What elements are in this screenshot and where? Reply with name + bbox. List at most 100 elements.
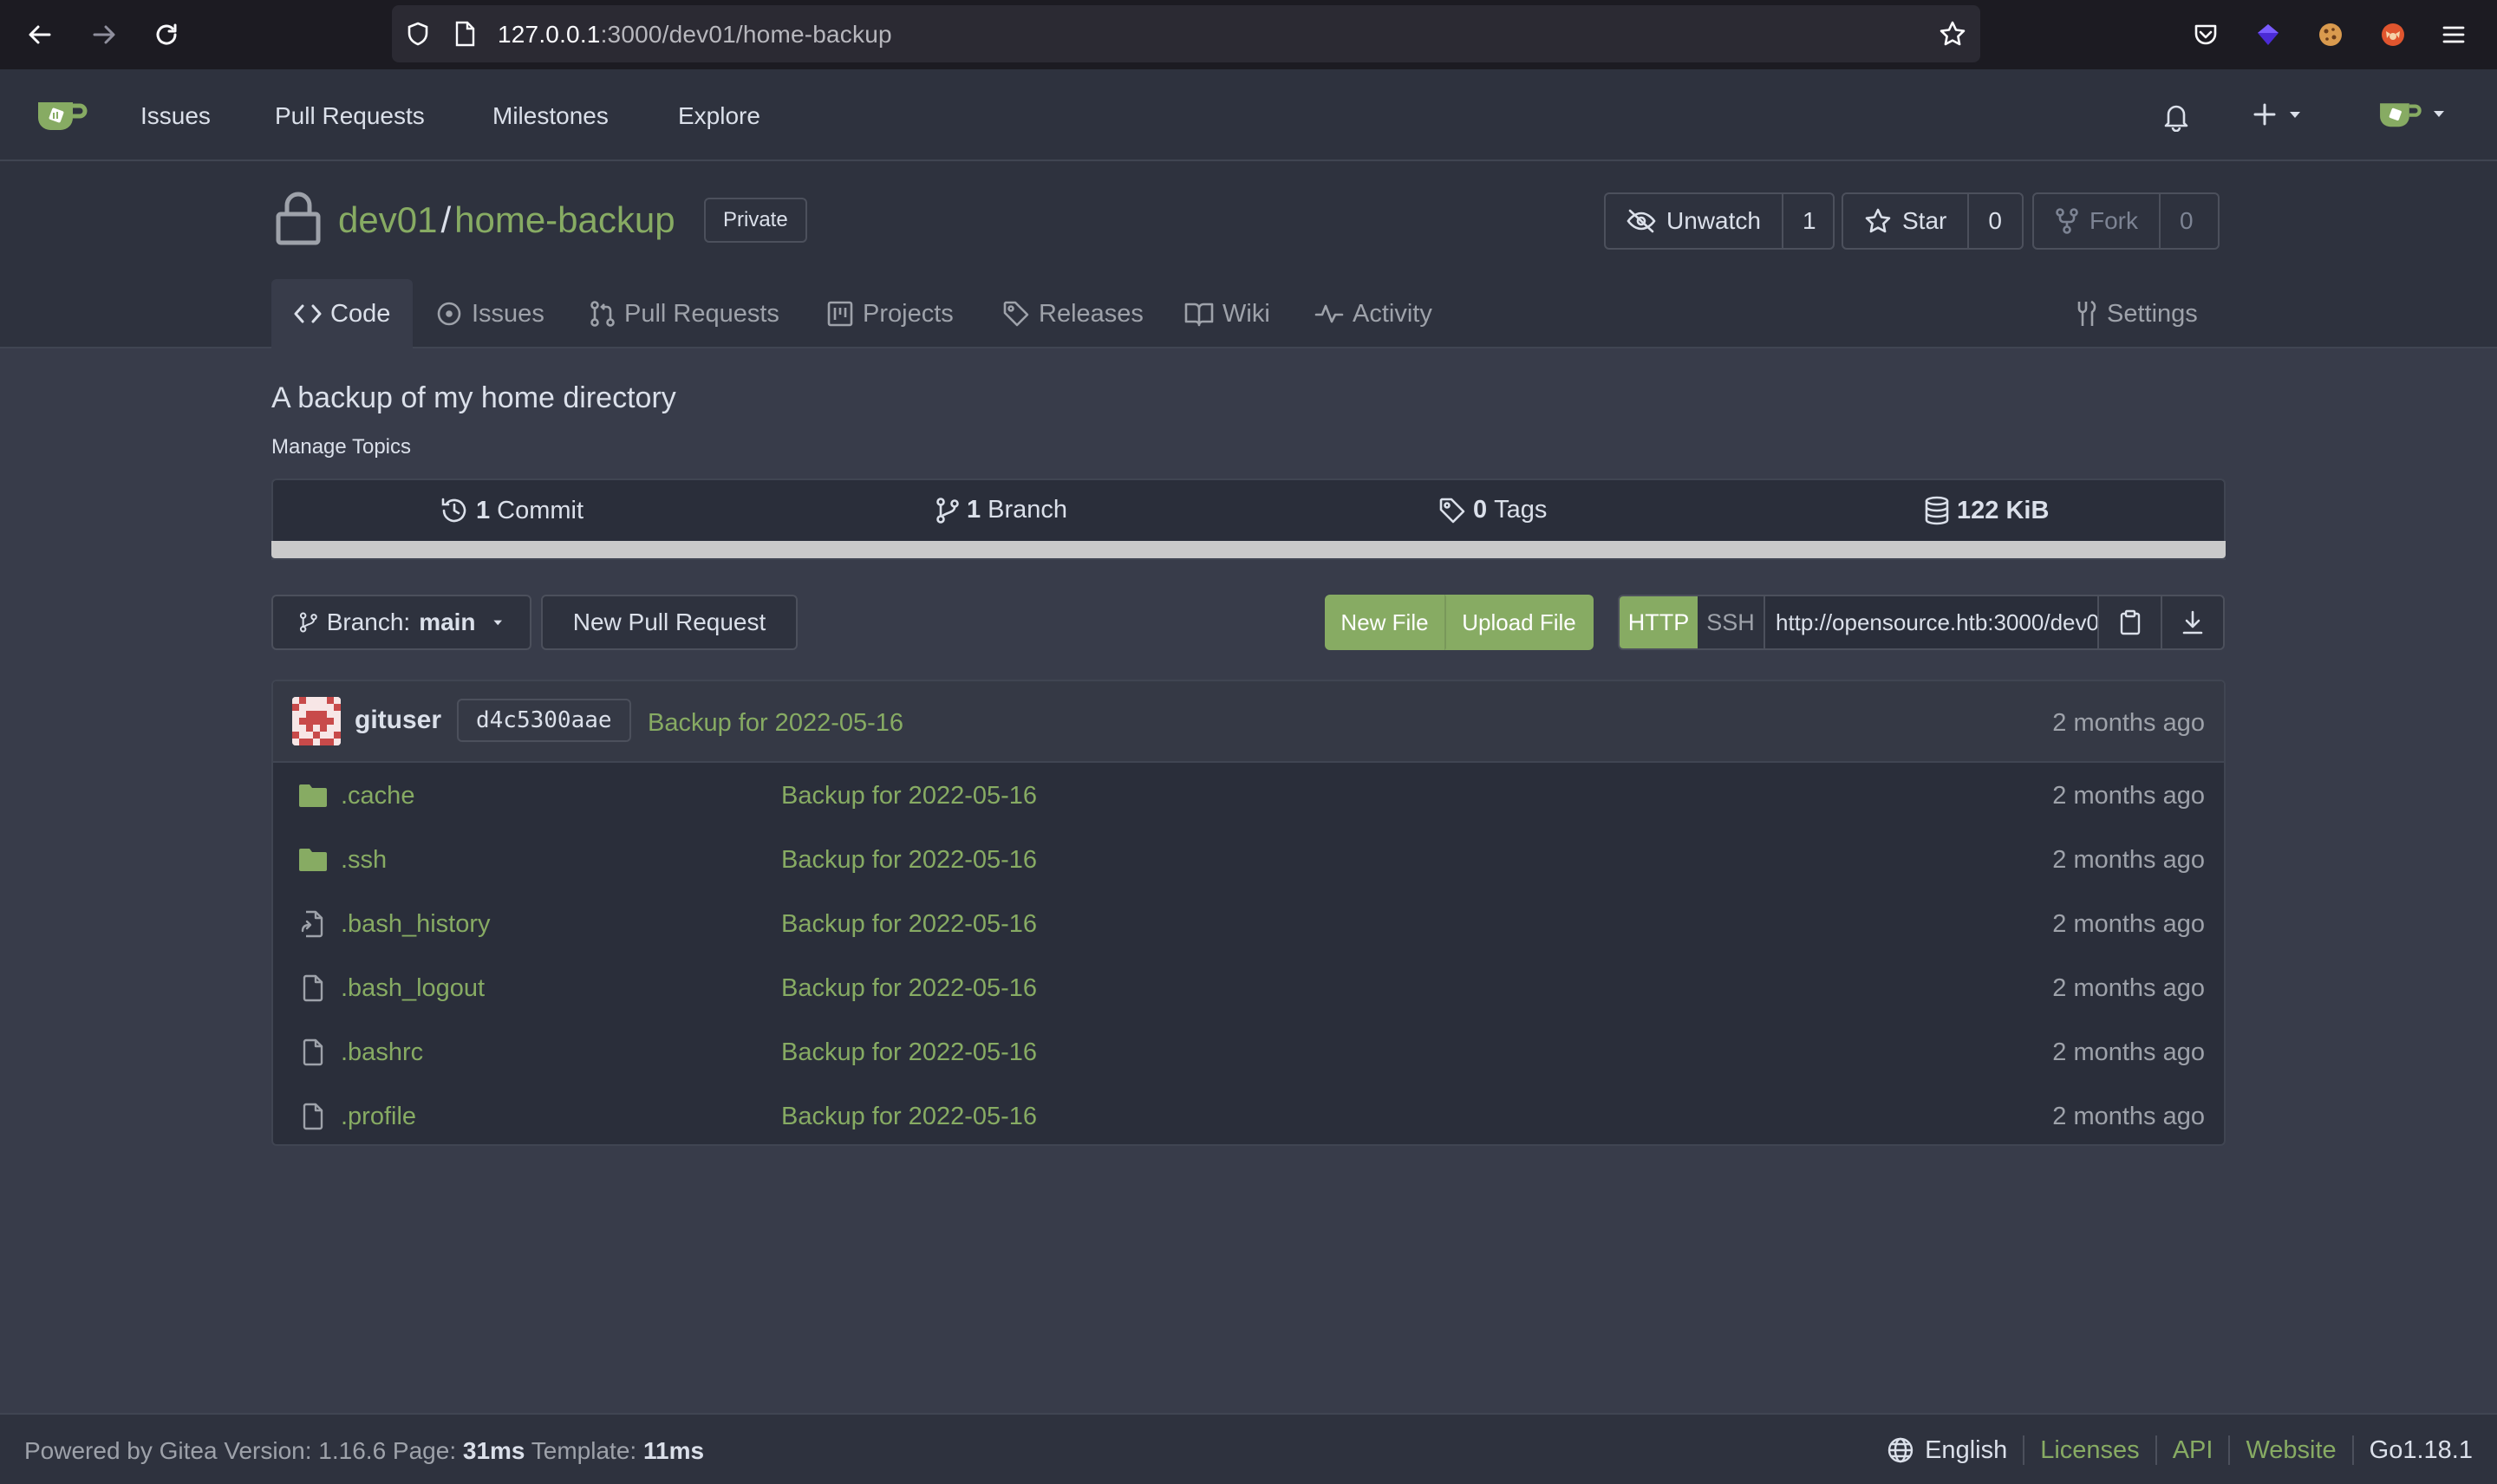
gitea-logo-icon[interactable] bbox=[33, 95, 88, 133]
page-icon bbox=[447, 16, 482, 51]
file-name[interactable]: .profile bbox=[341, 1103, 416, 1131]
user-menu[interactable] bbox=[2376, 95, 2447, 132]
extension-icon-purple[interactable] bbox=[2247, 14, 2289, 55]
tab-activity-label: Activity bbox=[1353, 299, 1432, 328]
unwatch-button[interactable]: Unwatch 1 bbox=[1604, 192, 1835, 250]
language-selector[interactable]: English bbox=[1925, 1436, 2007, 1465]
file-row[interactable]: .profile Backup for 2022-05-16 2 months … bbox=[273, 1084, 2224, 1144]
file-row[interactable]: .cache Backup for 2022-05-16 2 months ag… bbox=[273, 763, 2224, 827]
bell-icon[interactable] bbox=[2161, 101, 2192, 132]
file-commit-message[interactable]: Backup for 2022-05-16 bbox=[781, 974, 1037, 1003]
branches-count: 1 bbox=[967, 496, 981, 524]
file-name[interactable]: .bashrc bbox=[341, 1038, 423, 1067]
website-link[interactable]: Website bbox=[2246, 1436, 2336, 1465]
file-commit-message[interactable]: Backup for 2022-05-16 bbox=[781, 1038, 1037, 1067]
repo-name-link[interactable]: home-backup bbox=[454, 199, 675, 240]
shield-icon[interactable] bbox=[401, 16, 435, 51]
file-name[interactable]: .ssh bbox=[341, 846, 387, 875]
reload-icon[interactable] bbox=[146, 14, 187, 55]
file-row[interactable]: .bash_history Backup for 2022-05-16 2 mo… bbox=[273, 891, 2224, 955]
star-button[interactable]: Star 0 bbox=[1842, 192, 2024, 250]
clone-ssh-button[interactable]: SSH bbox=[1698, 596, 1765, 648]
foxy-extension-icon[interactable] bbox=[2372, 14, 2414, 55]
file-name[interactable]: .bash_logout bbox=[341, 974, 485, 1003]
forward-icon[interactable] bbox=[83, 14, 125, 55]
nav-milestones[interactable]: Milestones bbox=[492, 102, 609, 130]
branch-selector[interactable]: Branch: main bbox=[271, 595, 531, 650]
file-name[interactable]: .bash_history bbox=[341, 910, 491, 939]
avatar[interactable] bbox=[292, 697, 341, 745]
divider bbox=[2351, 1435, 2354, 1465]
fork-button[interactable]: Fork 0 bbox=[2032, 192, 2220, 250]
url-bar[interactable]: 127.0.0.1:3000/dev01/home-backup bbox=[392, 5, 1980, 62]
url-text[interactable]: 127.0.0.1:3000/dev01/home-backup bbox=[498, 21, 892, 49]
file-commit-message[interactable]: Backup for 2022-05-16 bbox=[781, 910, 1037, 939]
tags-label: Tags bbox=[1494, 496, 1548, 524]
tab-activity[interactable]: Activity bbox=[1314, 279, 1432, 348]
star-label: Star bbox=[1902, 207, 1947, 234]
tab-releases[interactable]: Releases bbox=[1002, 279, 1144, 348]
api-link[interactable]: API bbox=[2173, 1436, 2213, 1465]
copy-url-button[interactable] bbox=[2096, 596, 2161, 648]
language-bar bbox=[271, 541, 2226, 558]
tab-wiki[interactable]: Wiki bbox=[1184, 279, 1270, 348]
file-commit-message[interactable]: Backup for 2022-05-16 bbox=[781, 1103, 1037, 1131]
repo-size: 122 KiB bbox=[1957, 496, 2050, 524]
tab-code[interactable]: Code bbox=[271, 279, 414, 348]
new-file-button[interactable]: New File bbox=[1325, 595, 1444, 650]
back-icon[interactable] bbox=[19, 14, 61, 55]
commit-message[interactable]: Backup for 2022-05-16 bbox=[648, 709, 903, 738]
fork-count[interactable]: 0 bbox=[2161, 207, 2213, 235]
commit-author[interactable]: gituser bbox=[355, 706, 441, 735]
download-archive-button[interactable] bbox=[2161, 596, 2223, 648]
commits-stat[interactable]: 1 Commit bbox=[440, 496, 584, 525]
nav-explore[interactable]: Explore bbox=[678, 102, 760, 130]
licenses-link[interactable]: Licenses bbox=[2040, 1436, 2139, 1465]
file-row[interactable]: .bash_logout Backup for 2022-05-16 2 mon… bbox=[273, 955, 2224, 1019]
unwatch-label: Unwatch bbox=[1666, 207, 1761, 234]
tab-settings[interactable]: Settings bbox=[2072, 279, 2198, 348]
code-icon bbox=[294, 304, 322, 323]
size-stat: 122 KiB bbox=[1924, 496, 2049, 525]
star-icon bbox=[1865, 208, 1891, 233]
branches-stat[interactable]: 1 Branch bbox=[936, 496, 1067, 524]
commit-time: 2 months ago bbox=[2052, 709, 2205, 737]
tags-stat[interactable]: 0 Tags bbox=[1438, 496, 1547, 524]
url-path: :3000/dev01/home-backup bbox=[600, 21, 892, 48]
cookie-extension-icon[interactable] bbox=[2310, 14, 2351, 55]
watch-count[interactable]: 1 bbox=[1783, 207, 1835, 235]
file-row[interactable]: .ssh Backup for 2022-05-16 2 months ago bbox=[273, 827, 2224, 891]
menu-hamburger-icon[interactable] bbox=[2433, 14, 2474, 55]
branch-name: main bbox=[419, 609, 476, 635]
tab-pull-requests[interactable]: Pull Requests bbox=[590, 279, 779, 348]
url-host: 127.0.0.1 bbox=[498, 21, 601, 48]
globe-icon bbox=[1887, 1437, 1913, 1463]
file-icon bbox=[297, 1037, 329, 1068]
file-commit-message[interactable]: Backup for 2022-05-16 bbox=[781, 782, 1037, 810]
repo-owner-link[interactable]: dev01 bbox=[338, 199, 437, 240]
file-row[interactable]: .bashrc Backup for 2022-05-16 2 months a… bbox=[273, 1019, 2224, 1084]
bookmark-star-icon[interactable] bbox=[1935, 16, 1970, 51]
upload-file-button[interactable]: Upload File bbox=[1444, 595, 1594, 650]
tab-settings-label: Settings bbox=[2107, 299, 2198, 328]
project-icon bbox=[827, 301, 853, 327]
new-pull-request-button[interactable]: New Pull Request bbox=[541, 595, 798, 650]
caret-down-icon bbox=[492, 620, 502, 626]
tab-issues[interactable]: Issues bbox=[435, 279, 544, 348]
branch-icon bbox=[936, 497, 959, 524]
pocket-icon[interactable] bbox=[2185, 14, 2226, 55]
commit-sha[interactable]: d4c5300aae bbox=[457, 699, 631, 742]
create-menu[interactable] bbox=[2251, 101, 2303, 128]
tab-projects[interactable]: Projects bbox=[826, 279, 954, 348]
clone-http-button[interactable]: HTTP bbox=[1620, 596, 1698, 648]
clone-url-input[interactable]: http://opensource.htb:3000/dev01/home-ba… bbox=[1765, 596, 2097, 648]
file-commit-message[interactable]: Backup for 2022-05-16 bbox=[781, 846, 1037, 875]
branch-icon bbox=[299, 612, 317, 633]
nav-issues[interactable]: Issues bbox=[140, 102, 211, 130]
nav-pull-requests[interactable]: Pull Requests bbox=[275, 102, 425, 130]
clipboard-icon bbox=[2120, 609, 2140, 635]
tab-projects-label: Projects bbox=[863, 299, 954, 328]
file-name[interactable]: .cache bbox=[341, 782, 414, 810]
manage-topics-link[interactable]: Manage Topics bbox=[271, 435, 411, 459]
star-count[interactable]: 0 bbox=[1969, 207, 2021, 235]
